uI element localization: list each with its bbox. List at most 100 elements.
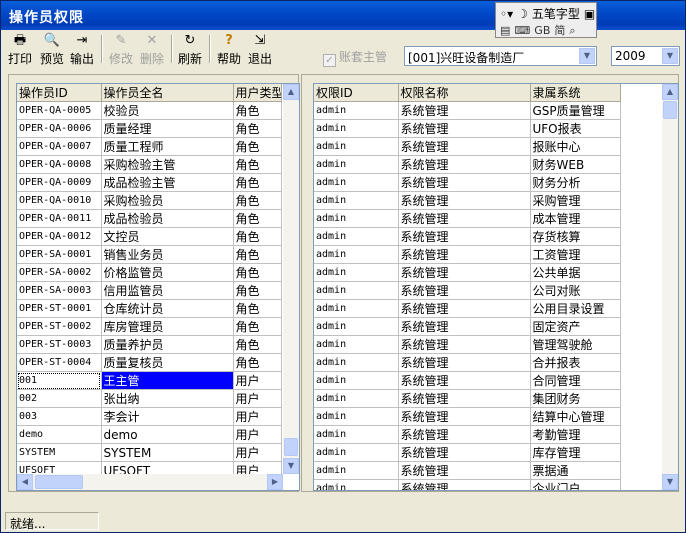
- table-cell[interactable]: admin: [314, 317, 399, 336]
- table-row[interactable]: OPER-ST-0001 仓库统计员 角色: [17, 299, 282, 318]
- scroll-thumb[interactable]: [663, 101, 677, 119]
- preview-button[interactable]: 🔍 预览: [37, 33, 67, 67]
- table-row[interactable]: admin 系统管理 工资管理: [314, 245, 621, 264]
- table-cell[interactable]: GSP质量管理: [530, 101, 621, 120]
- table-cell[interactable]: OPER-ST-0003: [17, 335, 102, 354]
- column-header[interactable]: 操作员ID: [17, 84, 102, 102]
- table-cell[interactable]: 系统管理: [398, 209, 531, 228]
- table-row[interactable]: OPER-SA-0002 价格监管员 角色: [17, 263, 282, 282]
- table-cell[interactable]: 采购管理: [530, 191, 621, 210]
- table-cell[interactable]: admin: [314, 389, 399, 408]
- table-cell[interactable]: admin: [314, 443, 399, 462]
- scroll-up-icon[interactable]: ▲: [662, 84, 678, 100]
- table-row[interactable]: admin 系统管理 公司对账: [314, 281, 621, 300]
- table-row[interactable]: admin 系统管理 考勤管理: [314, 425, 621, 444]
- table-cell[interactable]: 角色: [233, 173, 282, 192]
- table-row[interactable]: 001 王主管 用户: [17, 371, 282, 390]
- table-cell[interactable]: 企业门户: [530, 479, 621, 490]
- chevron-down-icon[interactable]: ▼: [662, 48, 678, 64]
- table-row[interactable]: admin 系统管理 存货核算: [314, 227, 621, 246]
- table-cell[interactable]: admin: [314, 263, 399, 282]
- table-cell[interactable]: 报账中心: [530, 137, 621, 156]
- table-row[interactable]: OPER-QA-0008 采购检验主管 角色: [17, 155, 282, 174]
- scroll-up-icon[interactable]: ▲: [283, 84, 299, 100]
- table-row[interactable]: OPER-QA-0012 文控员 角色: [17, 227, 282, 246]
- table-cell[interactable]: OPER-ST-0001: [17, 299, 102, 318]
- table-cell[interactable]: 库房管理员: [101, 317, 234, 336]
- table-cell[interactable]: 质量经理: [101, 119, 234, 138]
- table-cell[interactable]: 角色: [233, 263, 282, 282]
- table-row[interactable]: 003 李会计 用户: [17, 407, 282, 426]
- scroll-down-icon[interactable]: ▼: [662, 474, 678, 490]
- permission-vertical-scrollbar[interactable]: ▲ ▼: [662, 84, 678, 490]
- scroll-down-icon[interactable]: ▼: [283, 458, 299, 474]
- scroll-left-icon[interactable]: ◀: [17, 474, 33, 490]
- table-row[interactable]: OPER-QA-0007 质量工程师 角色: [17, 137, 282, 156]
- table-cell[interactable]: 角色: [233, 335, 282, 354]
- table-row[interactable]: demo demo 用户: [17, 425, 282, 444]
- table-row[interactable]: admin 系统管理 库存管理: [314, 443, 621, 462]
- company-select[interactable]: [001]兴旺设备制造厂 ▼: [404, 46, 597, 66]
- ime-menu-icon[interactable]: ▣: [584, 7, 595, 21]
- table-row[interactable]: admin 系统管理 UFO报表: [314, 119, 621, 138]
- table-cell[interactable]: admin: [314, 371, 399, 390]
- table-row[interactable]: admin 系统管理 管理驾驶舱: [314, 335, 621, 354]
- table-cell[interactable]: 公用目录设置: [530, 299, 621, 318]
- table-cell[interactable]: 合同管理: [530, 371, 621, 390]
- table-row[interactable]: OPER-ST-0002 库房管理员 角色: [17, 317, 282, 336]
- table-cell[interactable]: OPER-ST-0002: [17, 317, 102, 336]
- table-row[interactable]: OPER-SA-0001 销售业务员 角色: [17, 245, 282, 264]
- table-cell[interactable]: admin: [314, 173, 399, 192]
- table-row[interactable]: OPER-QA-0010 采购检验员 角色: [17, 191, 282, 210]
- table-cell[interactable]: admin: [314, 191, 399, 210]
- table-row[interactable]: admin 系统管理 结算中心管理: [314, 407, 621, 426]
- help-button[interactable]: ? 帮助: [214, 33, 244, 67]
- table-cell[interactable]: 002: [17, 389, 102, 408]
- table-cell[interactable]: 系统管理: [398, 317, 531, 336]
- table-cell[interactable]: 角色: [233, 317, 282, 336]
- table-cell[interactable]: 用户: [233, 425, 282, 444]
- print-button[interactable]: 🖶 打印: [5, 33, 35, 67]
- ime-switch-icon[interactable]: ◦▾: [500, 7, 513, 21]
- table-row[interactable]: OPER-ST-0003 质量养护员 角色: [17, 335, 282, 354]
- table-cell[interactable]: 用户: [233, 371, 282, 390]
- table-cell[interactable]: 库存管理: [530, 443, 621, 462]
- table-cell[interactable]: 系统管理: [398, 119, 531, 138]
- table-row[interactable]: admin 系统管理 采购管理: [314, 191, 621, 210]
- table-row[interactable]: admin 系统管理 公用目录设置: [314, 299, 621, 318]
- table-cell[interactable]: 合并报表: [530, 353, 621, 372]
- table-cell[interactable]: 质量工程师: [101, 137, 234, 156]
- column-header[interactable]: 权限ID: [314, 84, 399, 102]
- table-cell[interactable]: 文控员: [101, 227, 234, 246]
- table-cell[interactable]: 系统管理: [398, 425, 531, 444]
- table-cell[interactable]: admin: [314, 479, 399, 490]
- table-row[interactable]: admin 系统管理 集团财务: [314, 389, 621, 408]
- operator-horizontal-scrollbar[interactable]: ◀ ▶: [17, 474, 283, 490]
- table-cell[interactable]: 用户: [233, 407, 282, 426]
- ime-mode-label[interactable]: 五笔字型: [532, 7, 580, 21]
- table-cell[interactable]: 财务WEB: [530, 155, 621, 174]
- table-cell[interactable]: 存货核算: [530, 227, 621, 246]
- table-row[interactable]: OPER-QA-0009 成品检验主管 角色: [17, 173, 282, 192]
- search-icon[interactable]: ⌕: [569, 24, 575, 38]
- simplified-label[interactable]: 简: [554, 22, 565, 38]
- table-cell[interactable]: 校验员: [101, 101, 234, 120]
- year-select[interactable]: 2009 ▼: [611, 46, 680, 66]
- table-cell[interactable]: 角色: [233, 299, 282, 318]
- table-row[interactable]: SYSTEM SYSTEM 用户: [17, 443, 282, 462]
- table-cell[interactable]: admin: [314, 209, 399, 228]
- table-row[interactable]: admin 系统管理 GSP质量管理: [314, 101, 621, 120]
- table-cell[interactable]: admin: [314, 119, 399, 138]
- table-cell[interactable]: 公司对账: [530, 281, 621, 300]
- table-cell[interactable]: 张出纳: [101, 389, 234, 408]
- table-cell[interactable]: 考勤管理: [530, 425, 621, 444]
- table-cell[interactable]: admin: [314, 101, 399, 120]
- table-cell[interactable]: 系统管理: [398, 101, 531, 120]
- scroll-thumb[interactable]: [284, 438, 298, 456]
- table-cell[interactable]: 结算中心管理: [530, 407, 621, 426]
- table-cell[interactable]: OPER-QA-0011: [17, 209, 102, 228]
- table-cell[interactable]: 固定资产: [530, 317, 621, 336]
- column-header[interactable]: 隶属系统: [530, 84, 621, 102]
- table-cell[interactable]: 财务分析: [530, 173, 621, 192]
- table-row[interactable]: admin 系统管理 企业门户: [314, 479, 621, 490]
